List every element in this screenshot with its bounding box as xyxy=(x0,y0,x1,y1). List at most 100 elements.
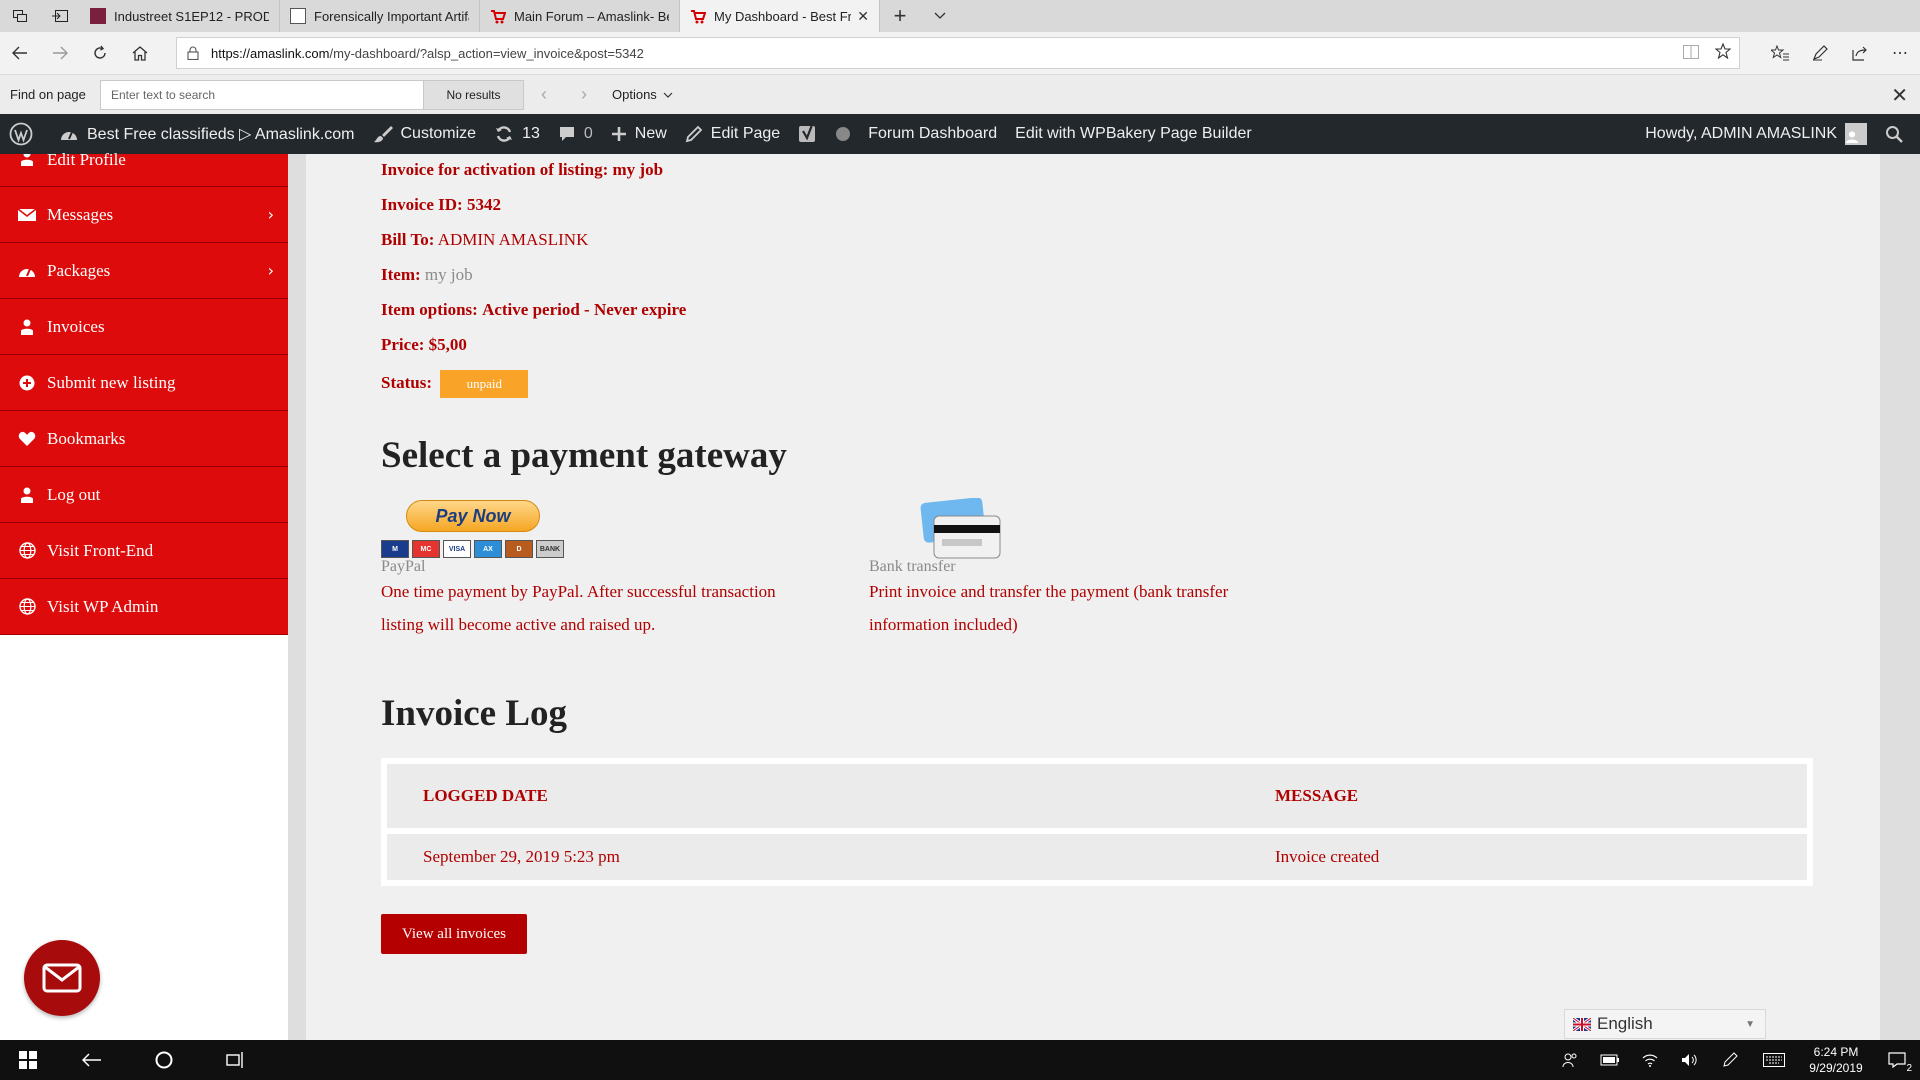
chevron-down-icon: ▼ xyxy=(1745,1018,1755,1030)
address-bar[interactable]: https://amaslink.com/my-dashboard/?alsp_… xyxy=(176,37,1740,69)
paintbrush-icon xyxy=(373,126,393,143)
sidebar-item-edit-profile[interactable]: Edit Profile xyxy=(0,150,288,187)
tab-list-chevron-icon[interactable] xyxy=(920,0,960,32)
battery-icon[interactable] xyxy=(1590,1040,1630,1080)
wp-comments[interactable]: 0 xyxy=(549,114,602,154)
invoice-log-table: LOGGED DATE MESSAGE September 29, 2019 5… xyxy=(381,758,1813,886)
paypal-title[interactable]: PayPal xyxy=(381,558,425,576)
wifi-icon[interactable] xyxy=(1630,1040,1670,1080)
clock-time: 6:24 PM xyxy=(1813,1045,1859,1059)
lock-icon xyxy=(187,46,199,60)
home-icon[interactable] xyxy=(120,32,160,74)
url-host: https://amaslink.com xyxy=(211,45,330,61)
sidebar-item-logout[interactable]: Log out xyxy=(0,467,288,523)
pen-workspace-icon[interactable] xyxy=(1710,1040,1750,1080)
wordpress-logo-icon[interactable] xyxy=(0,114,50,154)
paypal-pay-now-button[interactable]: Pay Now xyxy=(406,500,540,532)
favorites-hub-icon[interactable] xyxy=(1760,32,1800,74)
contact-mail-button[interactable] xyxy=(24,940,100,1016)
view-all-invoices-button[interactable]: View all invoices xyxy=(381,914,527,954)
wp-forum-dashboard[interactable]: Forum Dashboard xyxy=(859,114,1006,154)
touch-keyboard-icon[interactable] xyxy=(1750,1040,1798,1080)
tab-forensics[interactable]: Forensically Important Artifa xyxy=(280,0,480,32)
system-clock[interactable]: 6:24 PM 9/29/2019 xyxy=(1798,1044,1874,1076)
amaslink-logo-icon xyxy=(690,8,707,24)
more-menu-icon[interactable]: ⋯ xyxy=(1880,32,1920,74)
find-options-label: Options xyxy=(612,87,657,102)
bank-transfer-title[interactable]: Bank transfer xyxy=(869,558,956,576)
find-previous-icon[interactable]: ‹ xyxy=(524,84,564,105)
back-arrow-icon[interactable] xyxy=(56,1040,128,1080)
favorite-star-icon[interactable] xyxy=(1714,42,1732,64)
bank-transfer-card-icon[interactable] xyxy=(918,498,1004,560)
share-icon[interactable] xyxy=(1840,32,1880,74)
bill-to-row: Bill To: ADMIN AMASLINK xyxy=(381,230,588,250)
sidebar-item-submit-listing[interactable]: Submit new listing xyxy=(0,355,288,411)
item-options-value: Active period - Never expire xyxy=(482,300,687,319)
table-header-row: LOGGED DATE MESSAGE xyxy=(387,764,1807,828)
cortana-search-icon[interactable] xyxy=(128,1040,200,1080)
tab-main-forum[interactable]: Main Forum – Amaslink- Be xyxy=(480,0,680,32)
volume-icon[interactable] xyxy=(1670,1040,1710,1080)
browser-tab-strip: Industreet S1EP12 - PRODIG Forensically … xyxy=(0,0,1920,32)
people-icon[interactable] xyxy=(1550,1040,1590,1080)
wp-updates-count: 13 xyxy=(522,125,540,142)
invoice-id-value: 5342 xyxy=(466,195,501,214)
set-aside-tabs-icon[interactable] xyxy=(40,0,80,32)
sidebar-item-label: Invoices xyxy=(47,316,105,336)
sidebar-item-messages[interactable]: Messages › xyxy=(0,187,288,243)
sidebar-item-packages[interactable]: Packages › xyxy=(0,243,288,299)
close-tab-icon[interactable]: ✕ xyxy=(851,8,869,25)
updates-refresh-icon xyxy=(496,126,513,142)
bank-card-icon: BANK xyxy=(536,540,564,558)
back-arrow-icon[interactable] xyxy=(0,32,40,74)
tab-industreet[interactable]: Industreet S1EP12 - PRODIG xyxy=(80,0,280,32)
find-search-input[interactable]: Enter text to search xyxy=(100,79,424,110)
invoice-title-text: Invoice for activation of listing: my jo… xyxy=(381,160,664,179)
table-row: September 29, 2019 5:23 pm Invoice creat… xyxy=(387,834,1807,880)
refresh-icon[interactable] xyxy=(80,32,120,74)
find-next-icon[interactable]: › xyxy=(564,84,604,105)
avatar xyxy=(1845,123,1867,145)
web-note-pen-icon[interactable] xyxy=(1800,32,1840,74)
plus-circle-icon xyxy=(18,374,36,392)
sidebar-item-invoices[interactable]: Invoices xyxy=(0,299,288,355)
sidebar-item-visit-frontend[interactable]: Visit Front-End xyxy=(0,523,288,579)
windows-start-icon[interactable] xyxy=(0,1040,56,1080)
language-selector[interactable]: English ▼ xyxy=(1564,1009,1766,1039)
tab-my-dashboard[interactable]: My Dashboard - Best Fr ✕ xyxy=(680,0,880,32)
invoice-title: Invoice for activation of listing: my jo… xyxy=(381,160,663,180)
invoice-content: Invoice for activation of listing: my jo… xyxy=(306,154,1880,1040)
new-tab-icon[interactable]: + xyxy=(880,0,920,32)
wp-site-name[interactable]: Best Free classifieds ▷ Amaslink.com xyxy=(50,114,364,154)
search-icon[interactable] xyxy=(1876,114,1920,154)
forward-arrow-icon[interactable] xyxy=(40,32,80,74)
yoast-seo-icon[interactable] xyxy=(789,114,859,154)
wp-wpbakery[interactable]: Edit with WPBakery Page Builder xyxy=(1006,114,1261,154)
close-find-bar-icon[interactable]: ✕ xyxy=(1891,83,1908,108)
price-label: Price: xyxy=(381,335,425,354)
wp-customize[interactable]: Customize xyxy=(364,114,486,154)
sidebar-item-bookmarks[interactable]: Bookmarks xyxy=(0,411,288,467)
clock-date: 9/29/2019 xyxy=(1809,1061,1863,1075)
task-view-icon[interactable] xyxy=(200,1040,272,1080)
paypal-description: One time payment by PayPal. After succes… xyxy=(381,582,776,634)
tab-label: My Dashboard - Best Fr xyxy=(714,8,852,24)
wp-edit-page[interactable]: Edit Page xyxy=(676,114,789,154)
item-link[interactable]: my job xyxy=(425,265,473,284)
sidebar-item-visit-wp-admin[interactable]: Visit WP Admin xyxy=(0,579,288,635)
action-center-icon[interactable]: 2 xyxy=(1874,1040,1920,1080)
sidebar-item-label: Edit Profile xyxy=(47,150,126,169)
system-tray: 6:24 PM 9/29/2019 2 xyxy=(1550,1040,1920,1080)
find-options-dropdown[interactable]: Options xyxy=(604,87,673,102)
wp-updates[interactable]: 13 xyxy=(485,114,549,154)
wp-account-menu[interactable]: Howdy, ADMIN AMASLINK xyxy=(1636,114,1876,154)
wp-site-label: Best Free classifieds ▷ Amaslink.com xyxy=(87,126,355,143)
reading-view-icon[interactable] xyxy=(1683,43,1699,64)
item-row: Item: my job xyxy=(381,265,473,285)
tab-preview-icon[interactable] xyxy=(0,0,40,32)
wp-new[interactable]: New xyxy=(602,114,676,154)
wp-forum-dashboard-label: Forum Dashboard xyxy=(868,125,998,142)
wp-howdy-label: Howdy, ADMIN AMASLINK xyxy=(1645,125,1837,142)
find-on-page-bar: Find on page Enter text to search No res… xyxy=(0,74,1920,114)
